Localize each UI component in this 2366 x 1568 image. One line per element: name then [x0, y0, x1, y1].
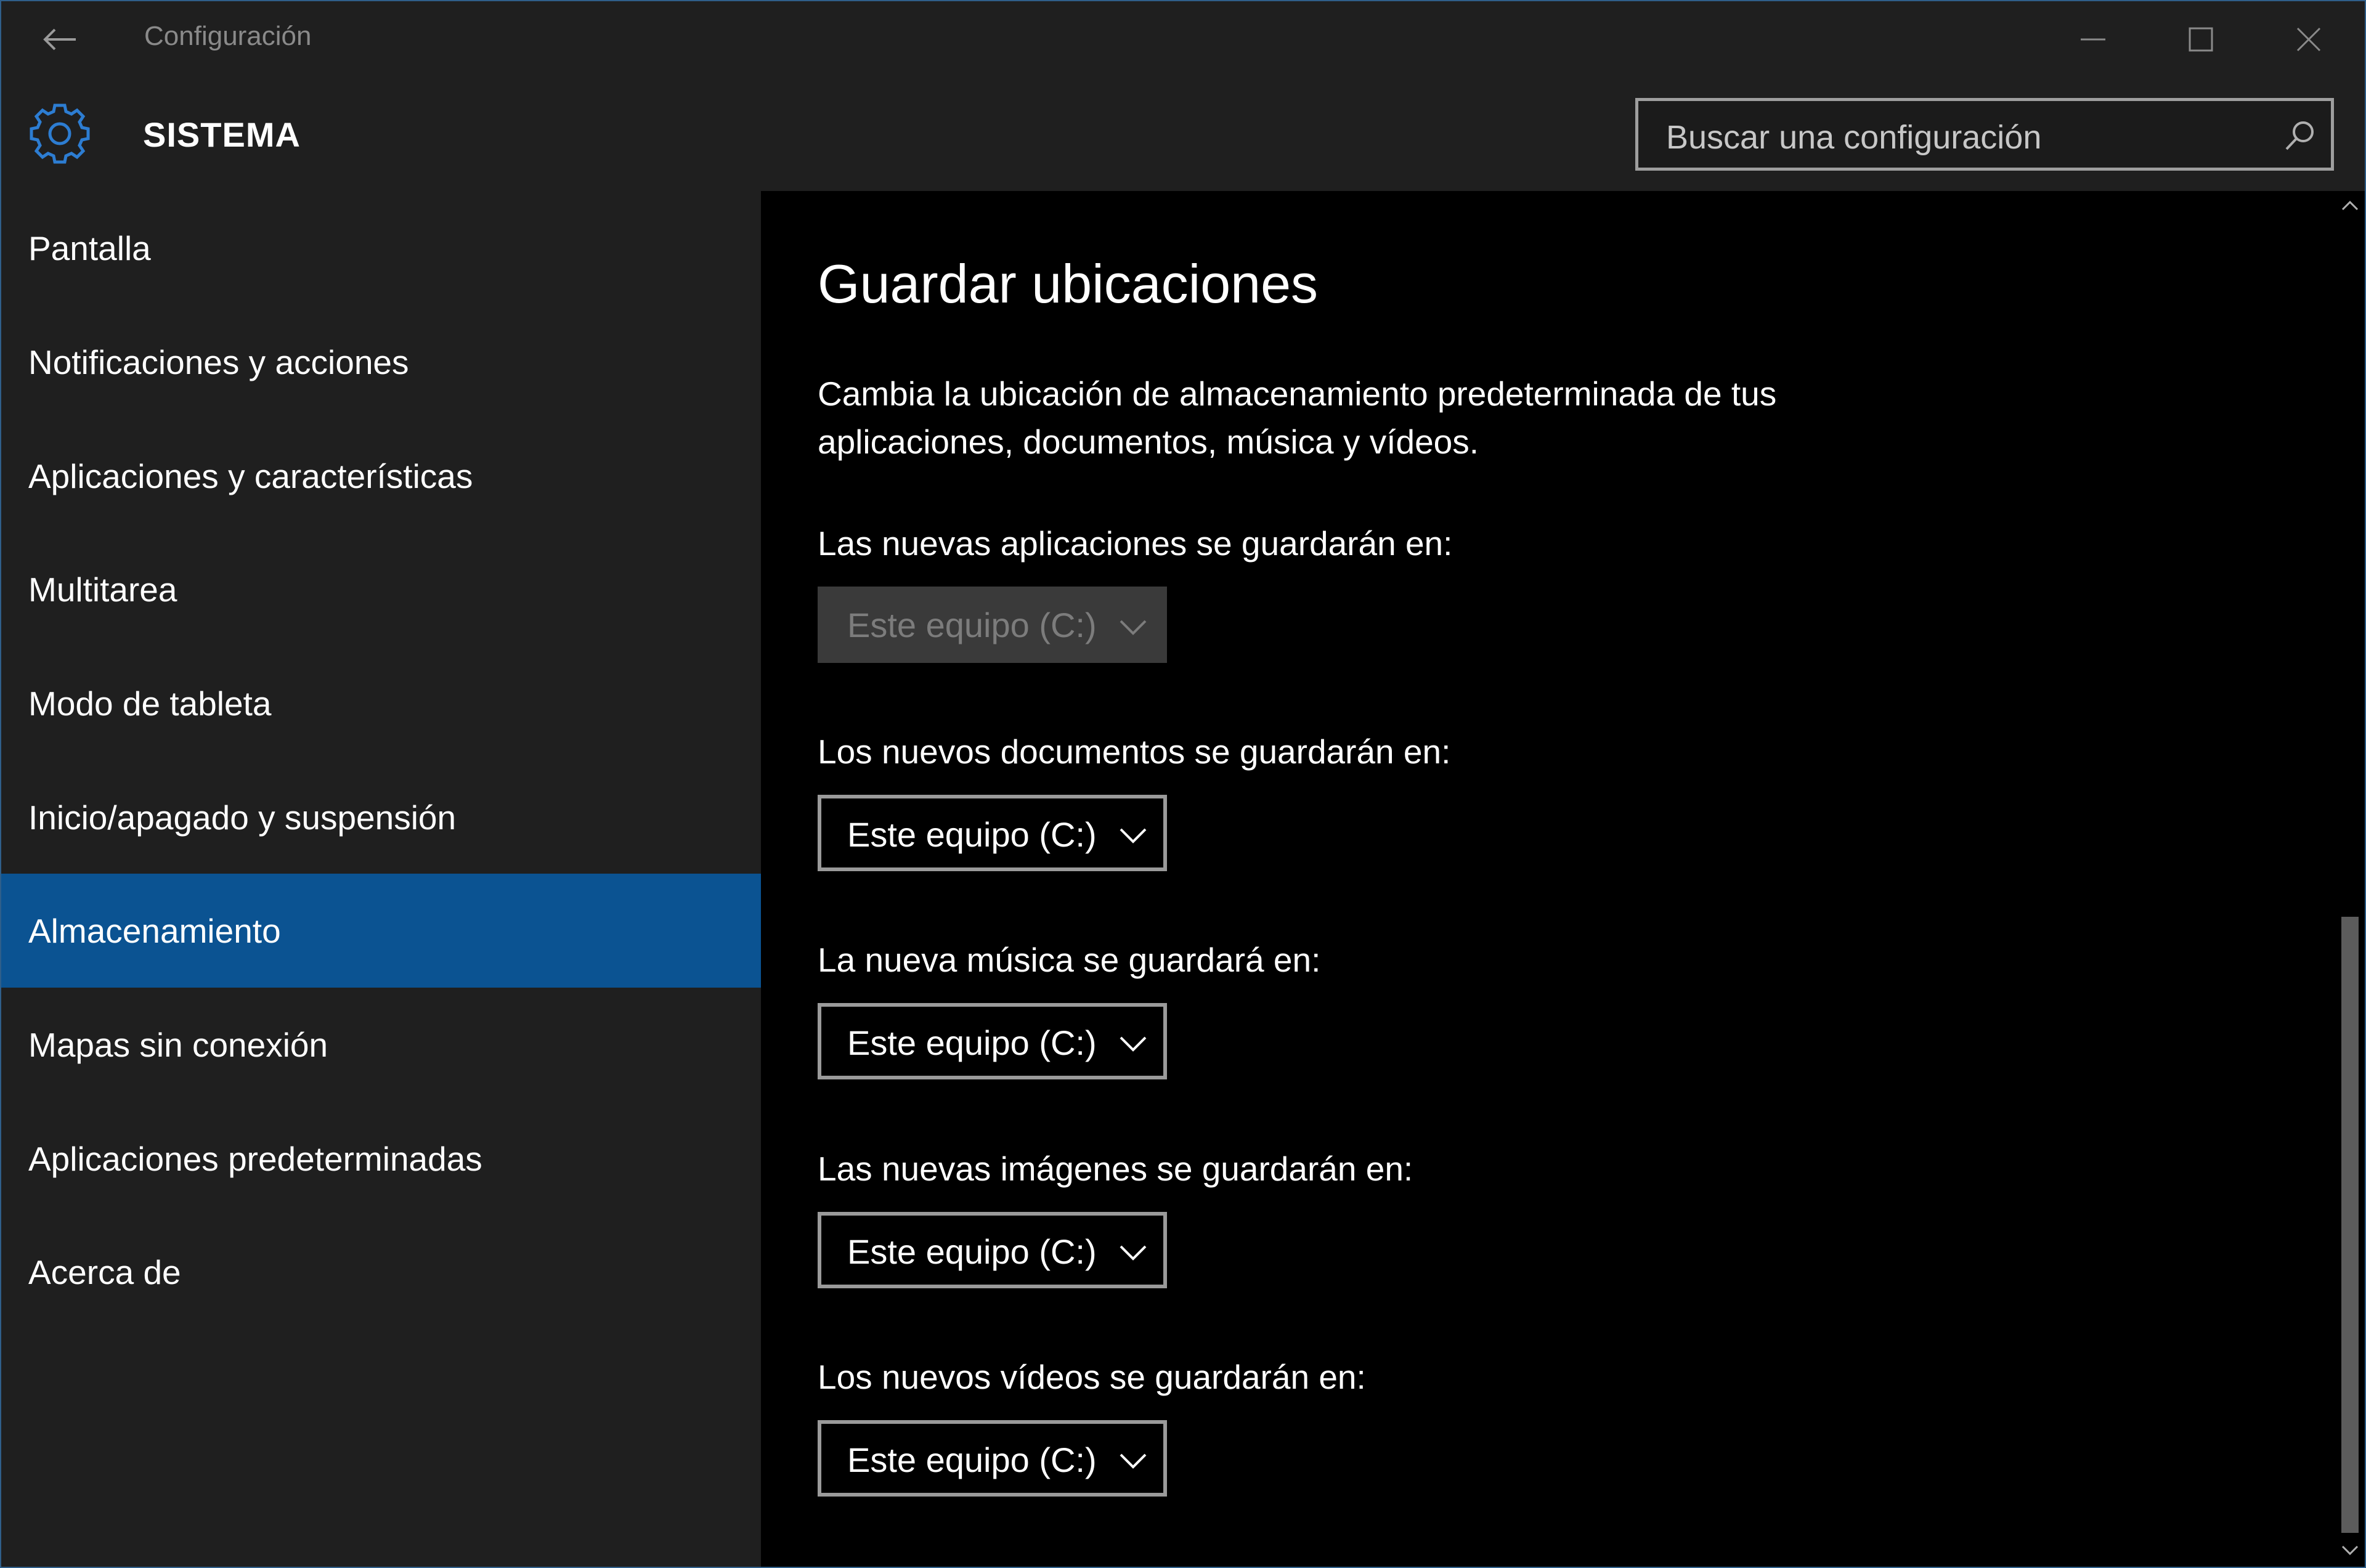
videos-location-label: Los nuevos vídeos se guardarán en: [818, 1358, 1366, 1396]
images-location-dropdown[interactable]: Este equipo (C:) [818, 1212, 1167, 1288]
dropdown-value: Este equipo (C:) [847, 815, 1097, 854]
maximize-icon [2189, 27, 2213, 52]
documents-location-label: Los nuevos documentos se guardarán en: [818, 733, 1451, 771]
apps-location-dropdown: Este equipo (C:) [818, 587, 1167, 663]
dropdown-value: Este equipo (C:) [847, 1232, 1097, 1271]
title-bar: Configuración [1, 1, 2365, 78]
chevron-up-icon[interactable] [2340, 196, 2360, 216]
sidebar-item-apps-predeterminadas[interactable]: Aplicaciones predeterminadas [1, 1102, 761, 1216]
scrollbar[interactable] [2335, 191, 2365, 1567]
chevron-down-icon[interactable] [2340, 1540, 2360, 1560]
chevron-down-icon [1120, 828, 1147, 843]
chevron-down-icon [1120, 1036, 1147, 1052]
sidebar-item-label: Modo de tableta [28, 684, 272, 723]
chevron-down-icon [1120, 620, 1147, 635]
sidebar-item-label: Notificaciones y acciones [28, 343, 409, 381]
scrollbar-thumb[interactable] [2341, 917, 2359, 1533]
sidebar-item-inicio-apagado[interactable]: Inicio/apagado y suspensión [1, 760, 761, 874]
gear-icon [30, 104, 90, 164]
sidebar-item-label: Aplicaciones y características [28, 457, 473, 495]
search-icon[interactable] [2282, 117, 2319, 154]
settings-window: Configuración SISTEMA Buscar una configu… [0, 0, 2366, 1568]
section-title: SISTEMA [143, 115, 301, 154]
close-icon [2296, 27, 2321, 52]
sidebar-item-acerca-de[interactable]: Acerca de [1, 1215, 761, 1329]
sidebar-item-pantalla[interactable]: Pantalla [1, 191, 761, 305]
search-input[interactable]: Buscar una configuración [1635, 98, 2334, 171]
images-location-label: Las nuevas imágenes se guardarán en: [818, 1150, 1413, 1188]
sidebar-item-label: Mapas sin conexión [28, 1025, 328, 1064]
music-location-dropdown[interactable]: Este equipo (C:) [818, 1003, 1167, 1079]
sidebar-item-label: Aplicaciones predeterminadas [28, 1139, 482, 1178]
minimize-icon [2081, 38, 2105, 41]
videos-location-dropdown[interactable]: Este equipo (C:) [818, 1420, 1167, 1497]
dropdown-value: Este equipo (C:) [847, 1440, 1097, 1479]
close-button[interactable] [2266, 11, 2352, 68]
chevron-down-icon [1120, 1245, 1147, 1261]
sidebar-item-notificaciones[interactable]: Notificaciones y acciones [1, 305, 761, 419]
search-placeholder: Buscar una configuración [1666, 119, 2042, 156]
sidebar-item-label: Almacenamiento [28, 911, 281, 950]
sidebar-item-modo-tableta[interactable]: Modo de tableta [1, 646, 761, 760]
sidebar-item-label: Multitarea [28, 570, 177, 609]
settings-header: SISTEMA Buscar una configuración [1, 78, 2365, 191]
sidebar-item-label: Pantalla [28, 229, 151, 267]
sidebar-item-mapas[interactable]: Mapas sin conexión [1, 988, 761, 1102]
window-title: Configuración [144, 21, 312, 51]
page-title: Guardar ubicaciones [818, 253, 1319, 314]
maximize-button[interactable] [2158, 11, 2244, 68]
sidebar-item-label: Inicio/apagado y suspensión [28, 798, 457, 837]
sidebar: Pantalla Notificaciones y acciones Aplic… [1, 191, 761, 1567]
description-line: Cambia la ubicación de almacenamiento pr… [818, 375, 1777, 413]
sidebar-item-multitarea[interactable]: Multitarea [1, 532, 761, 646]
sidebar-item-aplicaciones[interactable]: Aplicaciones y características [1, 419, 761, 533]
dropdown-value: Este equipo (C:) [847, 606, 1097, 644]
dropdown-value: Este equipo (C:) [847, 1023, 1097, 1062]
apps-location-label: Las nuevas aplicaciones se guardarán en: [818, 524, 1453, 563]
description-line: aplicaciones, documentos, música y vídeo… [818, 423, 1479, 461]
music-location-label: La nueva música se guardará en: [818, 941, 1321, 979]
arrow-left-icon [43, 28, 76, 51]
sidebar-item-label: Acerca de [28, 1253, 181, 1291]
chevron-down-icon [1120, 1453, 1147, 1469]
page-description: Cambia la ubicación de almacenamiento pr… [818, 370, 1865, 466]
sidebar-item-almacenamiento[interactable]: Almacenamiento [1, 874, 761, 988]
documents-location-dropdown[interactable]: Este equipo (C:) [818, 795, 1167, 871]
main-content: Guardar ubicaciones Cambia la ubicación … [761, 191, 2335, 1567]
back-button[interactable] [26, 15, 94, 64]
minimize-button[interactable] [2050, 11, 2136, 68]
